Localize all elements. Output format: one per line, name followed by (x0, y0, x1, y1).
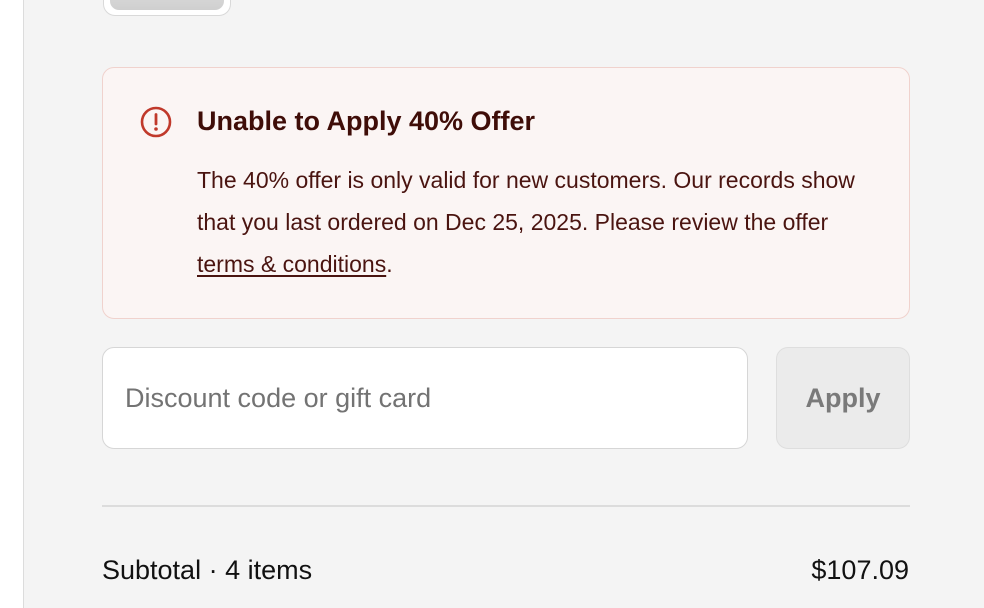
divider (102, 505, 910, 507)
product-thumbnail (103, 0, 231, 16)
terms-conditions-link[interactable]: terms & conditions (197, 251, 386, 277)
offer-error-alert: Unable to Apply 40% Offer The 40% offer … (102, 67, 910, 319)
apply-button[interactable]: Apply (776, 347, 910, 449)
subtotal-value: $107.09 (811, 555, 909, 585)
order-summary-panel: Unable to Apply 40% Offer The 40% offer … (23, 0, 984, 608)
alert-message-end: . (386, 251, 393, 277)
alert-message-text: The 40% offer is only valid for new cust… (197, 167, 855, 235)
product-image (110, 0, 224, 10)
alert-circle-icon (140, 106, 172, 138)
subtotal-label: Subtotal · 4 items (102, 555, 313, 585)
discount-code-input[interactable] (102, 347, 748, 449)
alert-title: Unable to Apply 40% Offer (197, 106, 536, 136)
alert-message: The 40% offer is only valid for new cust… (197, 159, 887, 285)
